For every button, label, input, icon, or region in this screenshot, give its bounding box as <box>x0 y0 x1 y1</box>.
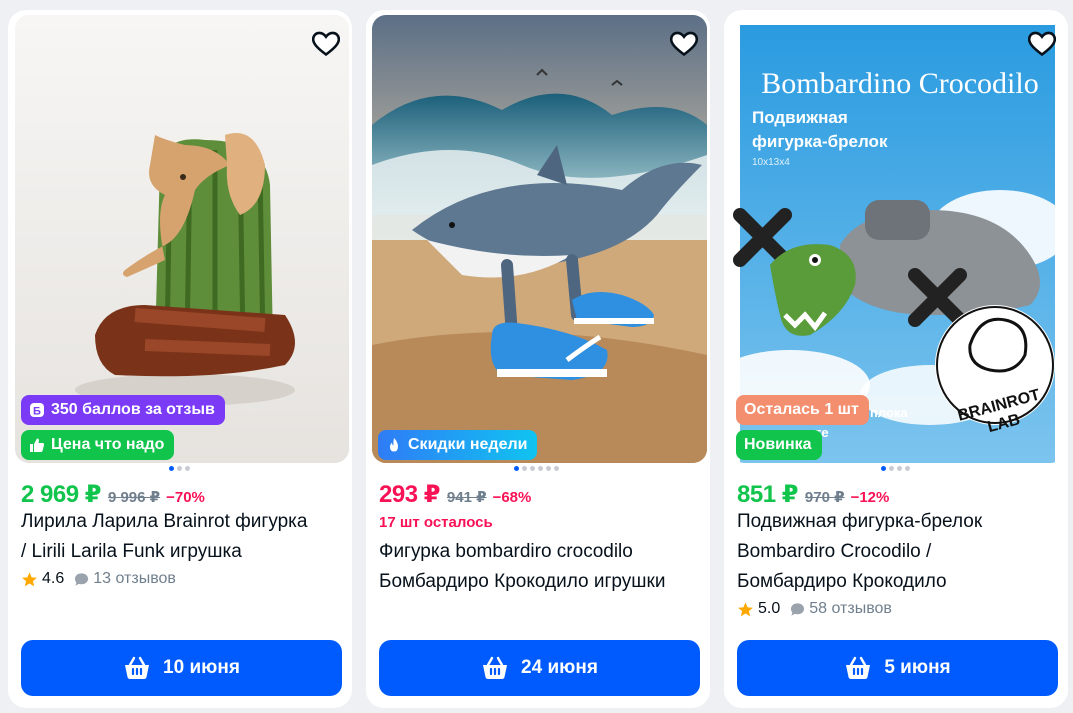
product-title[interactable]: Лирила Ларила Brainrot фигурка / Lirili … <box>21 507 351 567</box>
pagination-dot <box>897 466 902 471</box>
thumbs-up-icon <box>30 438 45 452</box>
product-title-line: / Lirili Larila Funk игрушка <box>21 541 242 562</box>
svg-text:фигурка-брелок: фигурка-брелок <box>752 132 888 151</box>
good-price-badge: Цена что надо <box>21 430 175 460</box>
product-card[interactable]: Скидки недели 293 ₽ 941 ₽ −68% 17 шт ост… <box>366 10 710 708</box>
delivery-date: 24 июня <box>521 657 598 678</box>
stock-left-badge: Осталась 1 шт <box>736 395 869 425</box>
old-price: 941 ₽ <box>446 489 487 506</box>
image-pagination <box>881 466 910 471</box>
product-title-line: Подвижная фигурка-брелок <box>737 511 983 532</box>
star-icon <box>22 571 37 586</box>
heart-outline-icon <box>1028 31 1056 57</box>
pagination-dot <box>538 466 543 471</box>
image-pagination <box>514 466 559 471</box>
svg-text:Подвижная: Подвижная <box>752 108 848 127</box>
product-title-line: Бомбардиро Крокодило игрушки <box>379 571 666 592</box>
price-row: 293 ₽ 941 ₽ −68% <box>379 480 531 509</box>
star-icon <box>738 601 753 616</box>
old-price: 9 996 ₽ <box>107 489 161 506</box>
delivery-date: 5 июня <box>884 657 951 678</box>
current-price: 293 ₽ <box>379 481 440 508</box>
chat-bubble-icon <box>791 602 805 616</box>
price-row: 851 ₽ 970 ₽ −12% <box>737 480 889 509</box>
chat-bubble-icon <box>75 572 89 586</box>
product-image[interactable]: Б 350 баллов за отзыв Цена что надо <box>15 15 349 463</box>
pagination-dot <box>554 466 559 471</box>
pagination-dot <box>185 466 190 471</box>
rating-row[interactable]: 4.6 13 отзывов <box>21 570 176 588</box>
pagination-dot <box>169 466 174 471</box>
delivery-date: 10 июня <box>163 657 240 678</box>
points-badge-label: 350 баллов за отзыв <box>51 401 215 418</box>
basket-icon <box>125 656 150 679</box>
product-image[interactable]: Bombardino Crocodilo Подвижная фигурка-б… <box>730 15 1065 463</box>
svg-text:Б: Б <box>33 406 41 418</box>
new-badge: Новинка <box>736 430 822 460</box>
favorite-button[interactable] <box>1027 29 1057 59</box>
pagination-dot <box>530 466 535 471</box>
image-heading: Bombardino Crocodilo <box>761 67 1038 100</box>
add-to-cart-button[interactable]: 24 июня <box>379 640 700 696</box>
rating-value: 5.0 <box>758 600 781 617</box>
image-size-text: 10x13x4 <box>752 157 790 168</box>
new-badge-label: Новинка <box>744 436 812 453</box>
product-title-line: Лирила Ларила Brainrot фигурка <box>21 511 308 532</box>
product-title-line: Фигурка bombardiro crocodilo <box>379 541 633 562</box>
heart-outline-icon <box>312 31 340 57</box>
add-to-cart-button[interactable]: 5 июня <box>737 640 1058 696</box>
reviews-count: 13 отзывов <box>93 570 176 587</box>
product-title-line: Бомбардиро Крокодило <box>737 571 947 592</box>
product-title[interactable]: Подвижная фигурка-брелок Bombardiro Croc… <box>737 507 1067 597</box>
favorite-button[interactable] <box>669 29 699 59</box>
discount: −68% <box>492 489 532 506</box>
sale-badge: Скидки недели <box>378 430 538 460</box>
pagination-dot <box>889 466 894 471</box>
price-row: 2 969 ₽ 9 996 ₽ −70% <box>21 480 205 509</box>
basket-icon <box>846 656 871 679</box>
product-title[interactable]: Фигурка bombardiro crocodilo Бомбардиро … <box>379 537 709 597</box>
sale-badge-label: Скидки недели <box>408 436 528 453</box>
pagination-dot <box>514 466 519 471</box>
image-pagination <box>169 466 190 471</box>
pagination-dot <box>546 466 551 471</box>
rating-value: 4.6 <box>42 570 65 587</box>
pagination-dot <box>522 466 527 471</box>
stock-left: 17 шт осталось <box>379 514 493 531</box>
fire-icon <box>390 438 398 452</box>
discount: −12% <box>850 489 890 506</box>
heart-outline-icon <box>670 31 698 57</box>
current-price: 851 ₽ <box>737 481 798 508</box>
pagination-dot <box>881 466 886 471</box>
pagination-dot <box>905 466 910 471</box>
reviews-count: 58 отзывов <box>809 600 892 617</box>
product-image[interactable]: Скидки недели <box>372 15 707 463</box>
favorite-button[interactable] <box>311 29 341 59</box>
points-icon: Б <box>30 403 44 418</box>
points-badge: Б 350 баллов за отзыв <box>21 395 225 425</box>
add-to-cart-button[interactable]: 10 июня <box>21 640 342 696</box>
rating-row[interactable]: 5.0 58 отзывов <box>737 600 892 618</box>
good-price-badge-label: Цена что надо <box>51 436 165 453</box>
product-card[interactable]: Б 350 баллов за отзыв Цена что надо 2 96… <box>8 10 352 708</box>
old-price: 970 ₽ <box>804 489 845 506</box>
discount: −70% <box>166 489 205 506</box>
image-partial-text: плока <box>870 405 908 420</box>
basket-icon <box>483 656 508 679</box>
pagination-dot <box>177 466 182 471</box>
product-title-line: Bombardiro Crocodilo / <box>737 541 932 562</box>
product-card[interactable]: Bombardino Crocodilo Подвижная фигурка-б… <box>724 10 1068 708</box>
shark-sneakers-image <box>372 15 707 463</box>
stock-left-badge-label: Осталась 1 шт <box>744 401 859 418</box>
current-price: 2 969 ₽ <box>21 481 101 508</box>
